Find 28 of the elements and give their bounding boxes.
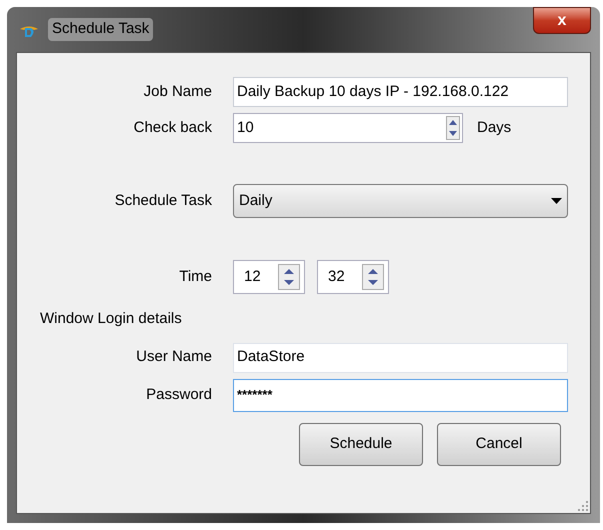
field-label: Check back xyxy=(132,118,212,138)
up-down-arrows-icon xyxy=(362,264,384,290)
field-label: User Name xyxy=(135,347,212,368)
schedule-dropdown[interactable]: Daily xyxy=(233,184,568,218)
dropdown-value: Daily xyxy=(239,190,272,211)
spinner-value: 12 xyxy=(244,266,261,287)
cancel-button[interactable]: Cancel xyxy=(437,422,561,466)
resize-grip-icon[interactable] xyxy=(578,501,588,511)
window-title: Schedule Task xyxy=(48,18,154,41)
field-label: Job Name xyxy=(142,82,212,102)
field-label: Time xyxy=(178,266,212,287)
up-down-arrows-icon xyxy=(278,264,300,290)
check-back-spinner[interactable]: 10 xyxy=(233,113,463,143)
section-heading: Window Login details xyxy=(40,309,183,329)
field-label: Schedule Task xyxy=(114,190,212,211)
dropdown-caret-icon xyxy=(551,198,562,204)
spinner-value: 10 xyxy=(237,118,254,138)
user-name-field[interactable]: DataStore xyxy=(233,342,568,372)
schedule-button[interactable]: Schedule xyxy=(299,422,423,466)
field-label: Password xyxy=(145,384,212,405)
spinner-value: 32 xyxy=(328,266,345,287)
password-field[interactable]: ******* xyxy=(233,378,568,412)
unit-label: Days xyxy=(477,118,512,138)
up-down-arrows-icon xyxy=(446,116,460,140)
job-name-field[interactable]: Daily Backup 10 days IP - 192.168.0.122 xyxy=(233,77,568,107)
close-button[interactable]: x xyxy=(533,7,591,34)
minute-spinner[interactable]: 32 xyxy=(317,260,389,294)
hour-spinner[interactable]: 12 xyxy=(233,260,305,294)
